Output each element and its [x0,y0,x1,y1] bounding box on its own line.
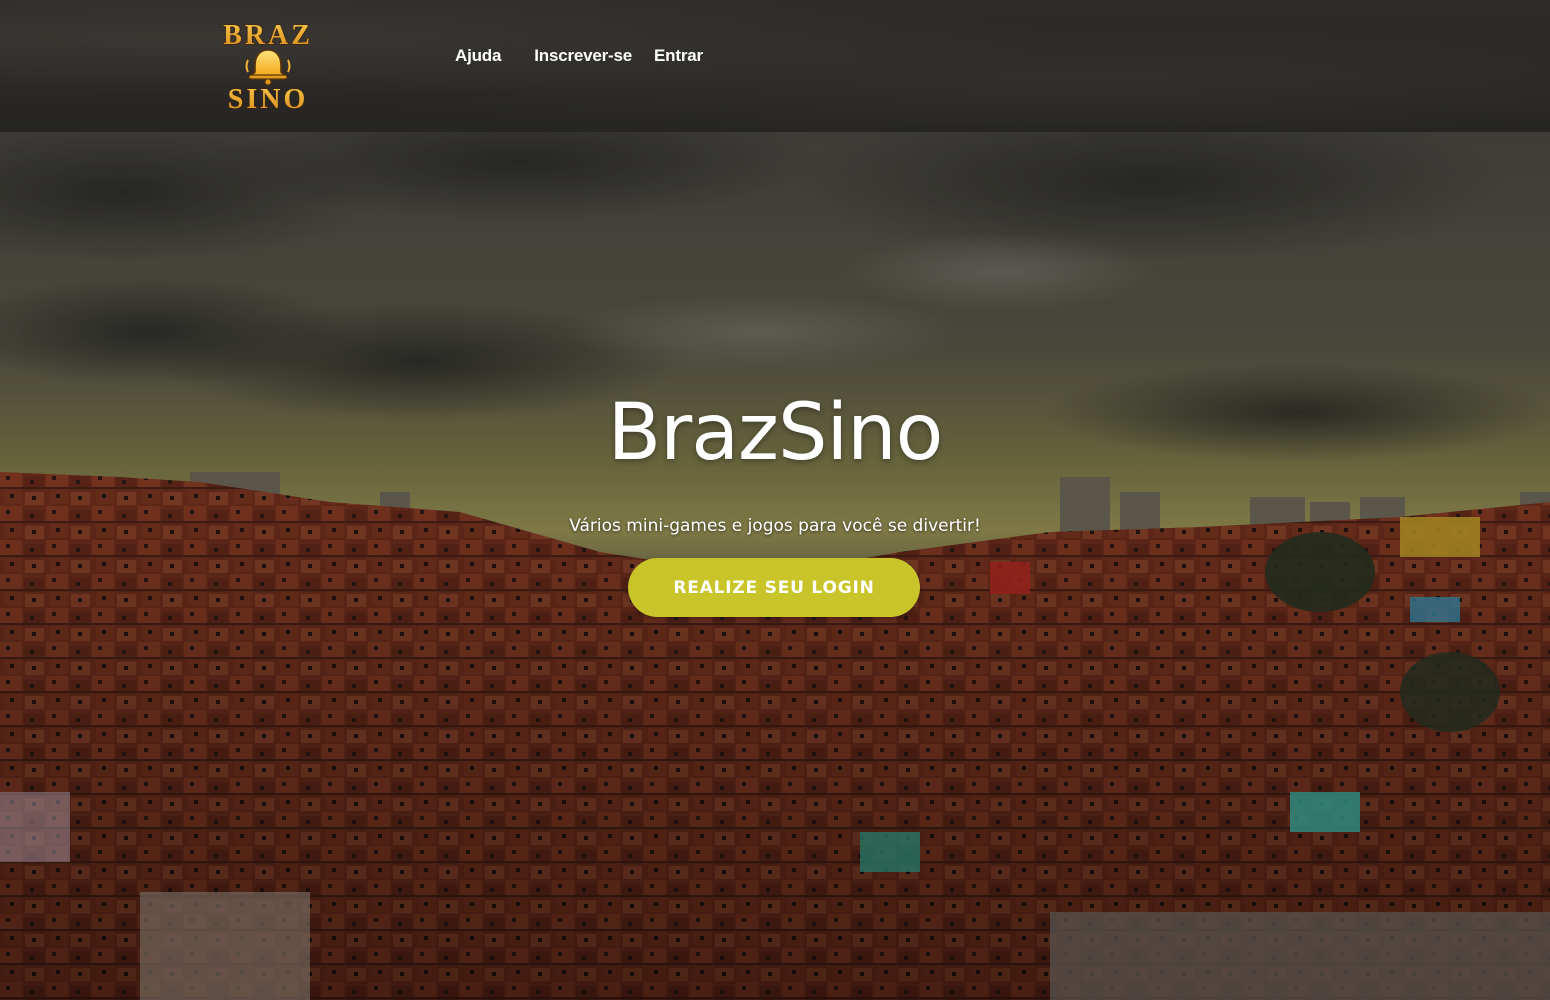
logo-text-line2: SINO [228,84,308,115]
hero-title: BrazSino [607,388,944,478]
main-nav: Ajuda Inscrever-se Entrar [455,46,703,66]
nav-link-inscrever-se[interactable]: Inscrever-se [534,46,632,66]
login-cta-button[interactable]: REALIZE SEU LOGIN [628,558,920,617]
hero-subtitle: Vários mini-games e jogos para você se d… [569,516,981,536]
logo-text-line1: BRAZ [223,20,313,51]
bell-icon [245,49,291,86]
hero-section: BrazSino Vários mini-games e jogos para … [0,132,1550,1000]
logo-graphic: BRAZ SINO [222,19,313,116]
navbar: BRAZ SINO Ajuda Inscrever-se Entrar [0,0,1550,132]
brazsino-logo[interactable]: BRAZ SINO [218,10,318,122]
nav-link-ajuda[interactable]: Ajuda [455,46,501,66]
hero-content: BrazSino Vários mini-games e jogos para … [0,132,1550,1000]
nav-link-entrar[interactable]: Entrar [654,46,703,66]
